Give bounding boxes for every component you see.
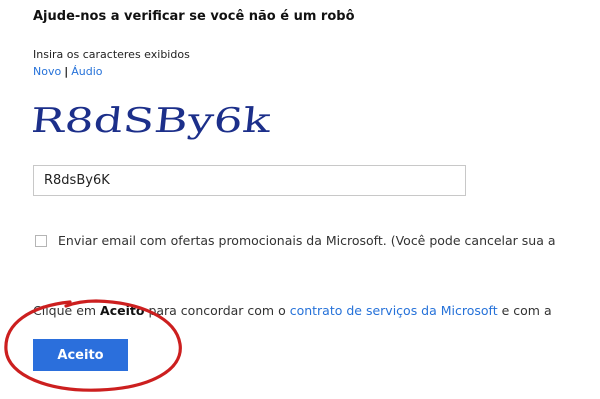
- terms-statement: Clique em Aceito para concordar com o co…: [33, 303, 552, 318]
- terms-prefix: Clique em: [33, 303, 101, 318]
- captcha-image: R8dSBy6k: [33, 101, 273, 141]
- captcha-image-text: R8dSBy6k: [33, 101, 273, 141]
- promo-checkbox[interactable]: [35, 234, 47, 247]
- page-heading: Ajude-nos a verificar se você não é um r…: [33, 9, 355, 24]
- promo-label: Enviar email com ofertas promocionais da…: [58, 233, 556, 248]
- services-agreement-link[interactable]: contrato de serviços da Microsoft: [290, 303, 498, 318]
- audio-captcha-link[interactable]: Áudio: [71, 65, 102, 78]
- terms-suffix: e com a: [497, 303, 552, 318]
- verification-page: Ajude-nos a verificar se você não é um r…: [0, 0, 600, 399]
- accept-button[interactable]: Aceito: [33, 339, 128, 371]
- captcha-links: Novo | Áudio: [33, 65, 103, 78]
- terms-accept-word: Aceito: [100, 303, 145, 318]
- terms-middle: para concordar com o: [144, 303, 290, 318]
- new-captcha-link[interactable]: Novo: [33, 65, 61, 78]
- captcha-input[interactable]: [33, 165, 466, 196]
- link-separator: |: [64, 65, 69, 78]
- captcha-instruction: Insira os caracteres exibidos: [33, 48, 190, 61]
- promo-option: Enviar email com ofertas promocionais da…: [35, 233, 556, 248]
